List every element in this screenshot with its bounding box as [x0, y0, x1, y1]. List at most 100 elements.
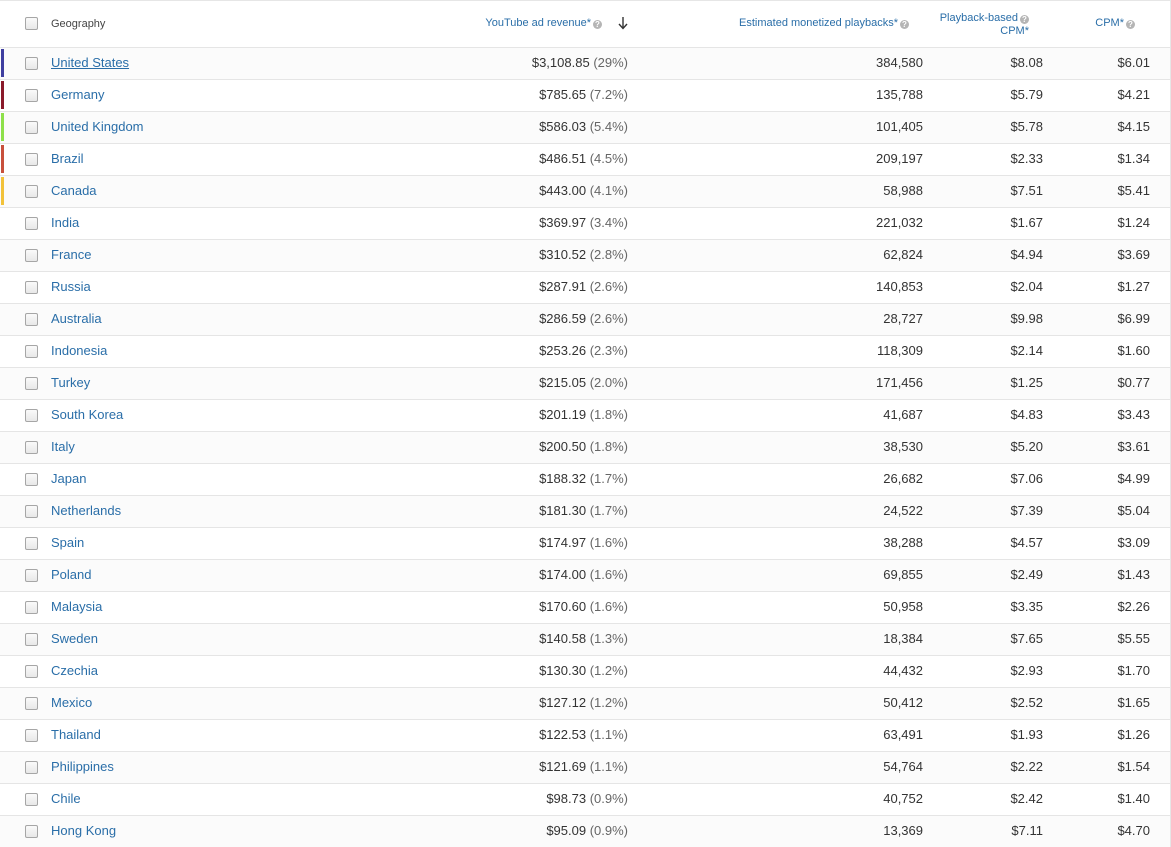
row-checkbox[interactable] [25, 281, 38, 294]
playbacks-cell: 24,522 [883, 503, 923, 518]
row-checkbox[interactable] [25, 57, 38, 70]
geography-link[interactable]: Netherlands [51, 496, 121, 526]
playback-cpm-cell: $8.08 [1010, 55, 1043, 70]
cpm-cell: $1.54 [1117, 759, 1150, 774]
table-row: Thailand $122.53 (1.1%) 63,491 $1.93 $1.26 [0, 720, 1170, 752]
geography-link[interactable]: Canada [51, 176, 97, 206]
geography-link[interactable]: France [51, 240, 91, 270]
help-icon[interactable]: ? [593, 20, 602, 29]
revenue-percent: (2.6%) [589, 311, 628, 326]
row-checkbox[interactable] [25, 697, 38, 710]
geography-link[interactable]: Thailand [51, 720, 101, 750]
revenue-percent: (0.9%) [589, 791, 628, 806]
row-checkbox[interactable] [25, 89, 38, 102]
revenue-percent: (1.6%) [589, 535, 628, 550]
row-checkbox[interactable] [25, 569, 38, 582]
revenue-cell: $170.60 (1.6%) [539, 592, 628, 622]
geography-link[interactable]: Malaysia [51, 592, 102, 622]
column-header-geography[interactable]: Geography [51, 18, 105, 30]
arrow-down-icon[interactable] [616, 14, 630, 32]
geography-link[interactable]: Sweden [51, 624, 98, 654]
geography-link[interactable]: Indonesia [51, 336, 107, 366]
playback-cpm-cell: $7.06 [1010, 471, 1043, 486]
geography-link[interactable]: Turkey [51, 368, 90, 398]
geography-link[interactable]: Philippines [51, 752, 114, 782]
geography-link[interactable]: Chile [51, 784, 81, 814]
geography-link[interactable]: Czechia [51, 656, 98, 686]
revenue-cell: $122.53 (1.1%) [539, 720, 628, 750]
cpm-cell: $3.69 [1117, 247, 1150, 262]
playbacks-cell: 221,032 [876, 215, 923, 230]
row-checkbox[interactable] [25, 729, 38, 742]
table-row: Poland $174.00 (1.6%) 69,855 $2.49 $1.43 [0, 560, 1170, 592]
table-row: Japan $188.32 (1.7%) 26,682 $7.06 $4.99 [0, 464, 1170, 496]
playbacks-cell: 62,824 [883, 247, 923, 262]
geography-link[interactable]: Russia [51, 272, 91, 302]
row-checkbox[interactable] [25, 377, 38, 390]
row-checkbox[interactable] [25, 441, 38, 454]
column-header-playbacks[interactable]: Estimated monetized playbacks*? [739, 17, 909, 29]
geography-link[interactable]: Poland [51, 560, 91, 590]
cpm-cell: $1.34 [1117, 151, 1150, 166]
cpm-cell: $1.65 [1117, 695, 1150, 710]
revenue-value: $287.91 [539, 279, 587, 294]
row-checkbox[interactable] [25, 825, 38, 838]
row-checkbox[interactable] [25, 185, 38, 198]
column-header-playback-cpm-line1: Playback-based [939, 12, 1018, 24]
revenue-value: $253.26 [539, 343, 587, 358]
revenue-cell: $127.12 (1.2%) [539, 688, 628, 718]
row-checkbox[interactable] [25, 345, 38, 358]
row-checkbox[interactable] [25, 505, 38, 518]
geography-link[interactable]: South Korea [51, 400, 123, 430]
cpm-cell: $6.01 [1117, 55, 1150, 70]
table-header: Geography YouTube ad revenue*? Estimated… [0, 1, 1170, 48]
geography-link[interactable]: Hong Kong [51, 816, 116, 846]
row-checkbox[interactable] [25, 153, 38, 166]
row-checkbox[interactable] [25, 217, 38, 230]
row-checkbox[interactable] [25, 473, 38, 486]
row-checkbox[interactable] [25, 409, 38, 422]
geography-link[interactable]: United Kingdom [51, 112, 144, 142]
column-header-revenue[interactable]: YouTube ad revenue*? [485, 17, 602, 29]
geography-link[interactable]: Japan [51, 464, 86, 494]
revenue-cell: $174.00 (1.6%) [539, 560, 628, 590]
revenue-cell: $200.50 (1.8%) [539, 432, 628, 462]
cpm-cell: $6.99 [1117, 311, 1150, 326]
geography-link[interactable]: Germany [51, 80, 104, 110]
row-checkbox[interactable] [25, 121, 38, 134]
geography-link[interactable]: Australia [51, 304, 102, 334]
row-checkbox[interactable] [25, 601, 38, 614]
column-header-cpm[interactable]: CPM*? [1095, 17, 1135, 29]
revenue-cell: $443.00 (4.1%) [539, 176, 628, 206]
revenue-value: $188.32 [539, 471, 587, 486]
help-icon[interactable]: ? [1126, 20, 1135, 29]
select-all-checkbox[interactable] [25, 17, 38, 30]
revenue-value: $785.65 [539, 87, 587, 102]
column-header-playback-cpm[interactable]: Playback-based? CPM* [940, 12, 1029, 38]
row-checkbox[interactable] [25, 665, 38, 678]
help-icon[interactable]: ? [900, 20, 909, 29]
playbacks-cell: 38,530 [883, 439, 923, 454]
series-color-bar [1, 177, 4, 205]
playback-cpm-cell: $1.93 [1010, 727, 1043, 742]
playbacks-cell: 135,788 [876, 87, 923, 102]
geography-link[interactable]: Italy [51, 432, 75, 462]
geography-link[interactable]: India [51, 208, 79, 238]
playback-cpm-cell: $2.14 [1010, 343, 1043, 358]
row-checkbox[interactable] [25, 761, 38, 774]
geography-link[interactable]: Spain [51, 528, 84, 558]
row-checkbox[interactable] [25, 793, 38, 806]
table-row: Germany $785.65 (7.2%) 135,788 $5.79 $4.21 [0, 80, 1170, 112]
geography-link[interactable]: Mexico [51, 688, 92, 718]
table-row: Czechia $130.30 (1.2%) 44,432 $2.93 $1.70 [0, 656, 1170, 688]
geography-link[interactable]: Brazil [51, 144, 84, 174]
cpm-cell: $3.61 [1117, 439, 1150, 454]
row-checkbox[interactable] [25, 633, 38, 646]
geography-link[interactable]: United States [51, 48, 129, 78]
row-checkbox[interactable] [25, 313, 38, 326]
row-checkbox[interactable] [25, 537, 38, 550]
row-checkbox[interactable] [25, 249, 38, 262]
help-icon[interactable]: ? [1020, 15, 1029, 24]
cpm-cell: $4.21 [1117, 87, 1150, 102]
cpm-cell: $4.99 [1117, 471, 1150, 486]
